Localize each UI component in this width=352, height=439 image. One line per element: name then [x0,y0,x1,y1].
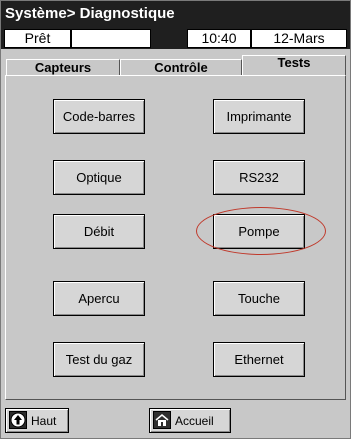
page-title: Système> Diagnostique [1,1,350,26]
status-bar: Prêt 10:40 12-Mars [1,26,350,49]
accueil-label: Accueil [175,414,214,428]
status-time: 10:40 [187,29,251,48]
tab-bar: Capteurs Contrôle Tests [1,49,350,75]
ethernet-button[interactable]: Ethernet [213,342,305,377]
tab-tests[interactable]: Tests [242,55,346,75]
touche-button[interactable]: Touche [213,281,305,316]
arrow-up-icon [9,411,27,429]
pompe-button[interactable]: Pompe [213,214,305,249]
tab-capteurs[interactable]: Capteurs [6,59,120,75]
tab-controle[interactable]: Contrôle [120,59,242,75]
apercu-button[interactable]: Apercu [53,281,145,316]
bottom-bar: Haut Accueil [1,400,350,438]
debit-button[interactable]: Débit [53,214,145,249]
haut-label: Haut [31,414,57,428]
status-state: Prêt [4,29,71,48]
code-barres-button[interactable]: Code-barres [53,99,145,134]
accueil-button[interactable]: Accueil [149,408,231,433]
home-icon [153,411,171,429]
status-empty [71,29,151,48]
optique-button[interactable]: Optique [53,160,145,195]
status-date: 12-Mars [251,29,347,48]
rs232-button[interactable]: RS232 [213,160,305,195]
haut-button[interactable]: Haut [5,408,69,433]
imprimante-button[interactable]: Imprimante [213,99,305,134]
diagnostic-screen: Système> Diagnostique Prêt 10:40 12-Mars… [0,0,351,439]
test-du-gaz-button[interactable]: Test du gaz [53,342,145,377]
